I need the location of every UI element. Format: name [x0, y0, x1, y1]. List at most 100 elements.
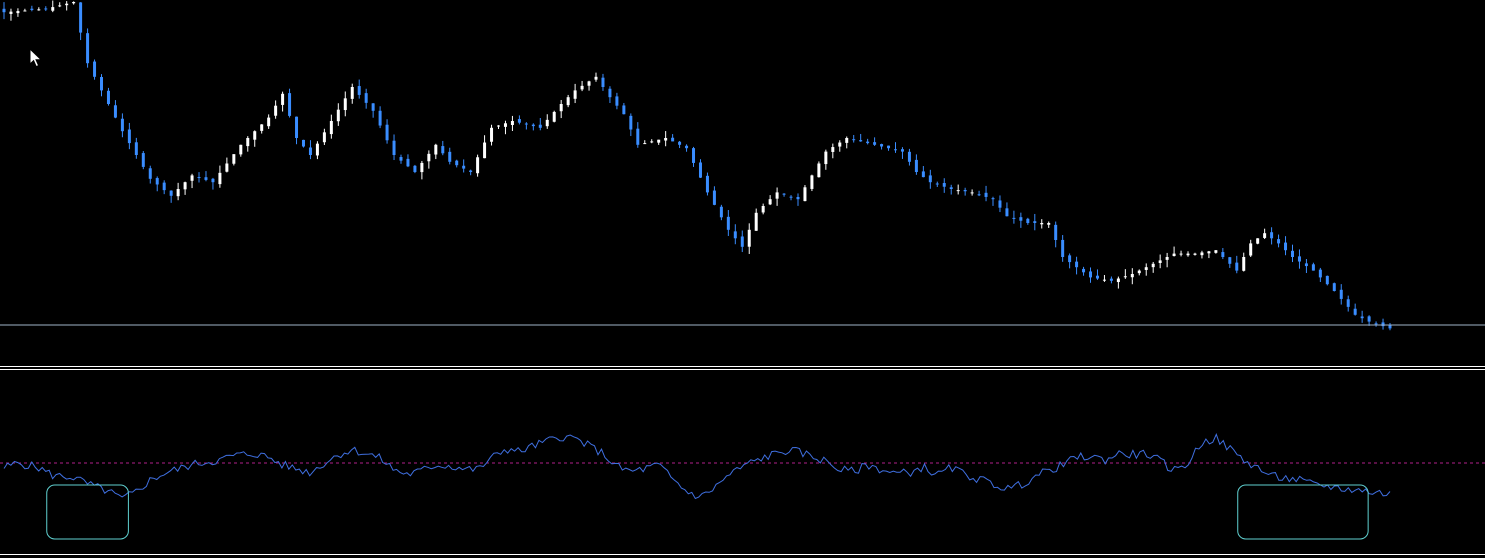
candle-body [1235, 262, 1239, 271]
candle-body [1256, 238, 1260, 244]
candle-body [392, 140, 396, 155]
candle-body [79, 2, 83, 33]
candle-body [1144, 267, 1148, 270]
candle-body [538, 124, 542, 128]
candle-body [1033, 221, 1037, 223]
candle-body [274, 105, 278, 116]
candle-body [726, 216, 730, 230]
candle-body [914, 159, 918, 172]
candle-body [1339, 289, 1343, 299]
candle-body [37, 9, 41, 11]
candle-body [225, 163, 229, 172]
candle-body [880, 144, 884, 147]
candle-body [420, 162, 424, 173]
candle-body [956, 190, 960, 192]
candle-body [301, 139, 305, 147]
candle-body [685, 145, 689, 149]
candle-body [190, 175, 194, 181]
candle-body [1270, 232, 1274, 239]
candle-body [1193, 253, 1197, 255]
candle-body [664, 138, 668, 141]
candle-body [970, 192, 974, 194]
candle-body [490, 127, 494, 142]
candle-body [740, 236, 744, 247]
candle-body [371, 103, 375, 111]
chart-canvas[interactable] [0, 0, 1485, 558]
candle-body [608, 88, 612, 98]
candle-body [343, 98, 347, 111]
candle-body [1353, 308, 1357, 315]
candle-body [44, 8, 48, 10]
candle-body [650, 141, 654, 143]
candle-body [692, 148, 696, 163]
candle-body [1242, 257, 1246, 271]
candle-body [636, 128, 640, 145]
candle-body [1346, 299, 1350, 307]
candle-body [1075, 261, 1079, 268]
candle-body [573, 90, 577, 99]
candle-body [935, 183, 939, 185]
candle-body [887, 145, 891, 149]
candle-body [176, 189, 180, 197]
candle-body [134, 142, 138, 155]
candle-body [1200, 252, 1204, 256]
candle-body [531, 124, 535, 127]
candle-body [1186, 253, 1190, 256]
candle-body [1381, 322, 1385, 327]
candle-body [1137, 270, 1141, 274]
candle-body [204, 177, 208, 180]
candle-body [1165, 257, 1169, 260]
candle-body [984, 192, 988, 197]
candle-body [1221, 252, 1225, 257]
candle-body [413, 165, 417, 172]
candle-body [510, 121, 514, 125]
candle-body [1054, 224, 1058, 240]
candle-body [1089, 271, 1093, 278]
candle-body [559, 104, 563, 112]
candle-body [288, 93, 292, 116]
candle-body [615, 96, 619, 106]
candle-body [1061, 239, 1065, 257]
candle-body [65, 3, 69, 6]
candle-body [517, 119, 521, 123]
candle-body [434, 144, 438, 155]
candle-body [9, 11, 13, 14]
candle-body [838, 142, 842, 147]
candle-body [211, 178, 215, 183]
candle-body [601, 77, 605, 87]
candle-body [1130, 274, 1134, 278]
candle-body [1005, 208, 1009, 217]
candle-body [859, 140, 863, 142]
candle-body [1214, 250, 1218, 253]
candle-body [141, 153, 145, 167]
candle-body [357, 86, 361, 95]
trading-chart[interactable] [0, 0, 1485, 558]
candle-body [587, 81, 591, 86]
candle-body [1249, 243, 1253, 256]
candle-body [58, 5, 62, 7]
candle-body [239, 144, 243, 155]
candle-body [893, 149, 897, 151]
candle-body [1068, 255, 1072, 263]
candle-body [169, 190, 173, 196]
candle-body [977, 194, 981, 196]
candle-body [852, 139, 856, 141]
candle-body [1284, 242, 1288, 251]
candle-body [462, 165, 466, 169]
candle-body [942, 183, 946, 187]
candle-body [1109, 278, 1113, 281]
candle-body [622, 105, 626, 115]
candle-body [866, 141, 870, 144]
candle-body [448, 151, 452, 162]
candle-body [594, 76, 598, 80]
candle-body [817, 163, 821, 178]
candle-body [907, 151, 911, 162]
candle-body [72, 2, 76, 4]
candle-body [629, 115, 633, 130]
candle-body [162, 182, 166, 191]
candle-body [1095, 275, 1099, 279]
candle-body [183, 182, 187, 190]
candle-body [643, 143, 647, 145]
candle-body [1040, 223, 1044, 225]
candle-body [1318, 269, 1322, 278]
